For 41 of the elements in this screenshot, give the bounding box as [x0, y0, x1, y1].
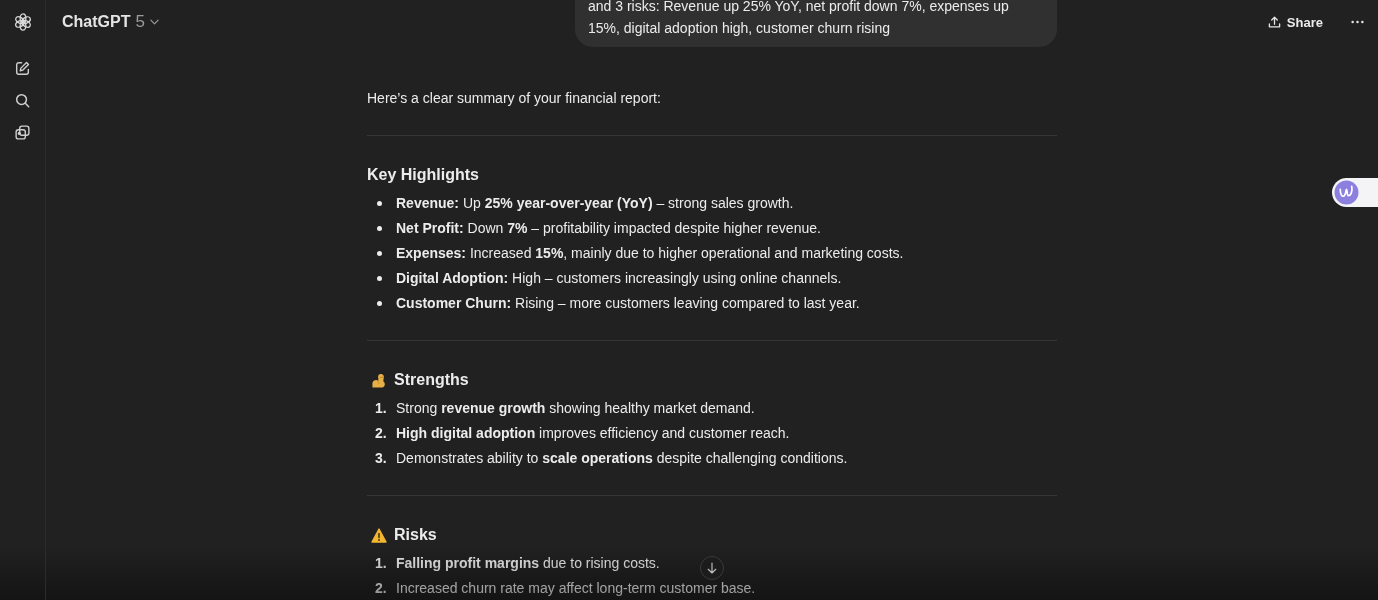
list-item-text: Customer Churn: Rising – more customers leaving compared to last year.	[396, 295, 860, 312]
stacked-squares-icon[interactable]	[15, 125, 30, 140]
model-version: 5	[135, 12, 145, 32]
share-button[interactable]: Share	[1267, 14, 1323, 30]
bullet-icon	[377, 226, 382, 231]
list-item-text: Demonstrates ability to scale operations despite challenging conditions.	[396, 450, 848, 467]
widget-logo-icon	[1334, 180, 1359, 205]
edit-icon[interactable]	[15, 61, 30, 76]
list-number: 3.	[375, 450, 387, 467]
search-icon[interactable]	[15, 93, 30, 108]
list-item-text: Strong revenue growth showing healthy market demand.	[396, 400, 755, 417]
model-selector[interactable]: ChatGPT 5	[62, 12, 159, 32]
chevron-down-icon	[149, 19, 159, 25]
list-item-text: Increased churn rate may affect long-term customer base.	[396, 580, 756, 597]
scroll-down-button[interactable]	[700, 556, 724, 580]
list-item-text: Revenue: Up 25% year-over-year (YoY) – strong sales growth.	[396, 195, 794, 212]
list-number: 1.	[375, 555, 387, 572]
list-item-text: Digital Adoption: High – customers increasingly using online channels.	[396, 270, 842, 287]
section-heading: Risks	[394, 525, 437, 545]
bullet-icon	[377, 301, 382, 306]
floating-widget[interactable]	[1332, 178, 1378, 207]
logo-icon[interactable]	[12, 12, 33, 32]
bullet-icon	[377, 251, 382, 256]
arrow-down-icon	[707, 562, 717, 574]
bullet-icon	[377, 276, 382, 281]
flexed-arm-icon	[371, 372, 387, 388]
list-item-text: Net Profit: Down 7% – profitability impacted despite higher revenue.	[396, 220, 821, 237]
more-icon[interactable]	[1351, 20, 1364, 24]
section-heading: Strengths	[394, 370, 469, 390]
list-number: 1.	[375, 400, 387, 417]
list-number: 2.	[375, 425, 387, 442]
list-item-text: High digital adoption improves efficiency and customer reach.	[396, 425, 790, 442]
warning-icon	[371, 527, 387, 543]
reply-intro: Here’s a clear summary of your financial report:	[367, 89, 662, 108]
user-message: and 3 risks: Revenue up 25% YoY, net profit down 7%, expenses up 15%, digital adoption high, customer churn rising	[575, 0, 1057, 47]
upload-icon	[1267, 15, 1281, 29]
list-item-text: Falling profit margins due to rising costs.	[396, 555, 660, 572]
bullet-icon	[377, 201, 382, 206]
section-heading: Key Highlights	[367, 165, 479, 185]
list-item-text: Expenses: Increased 15%, mainly due to higher operational and marketing costs.	[396, 245, 904, 262]
list-number: 2.	[375, 580, 387, 597]
